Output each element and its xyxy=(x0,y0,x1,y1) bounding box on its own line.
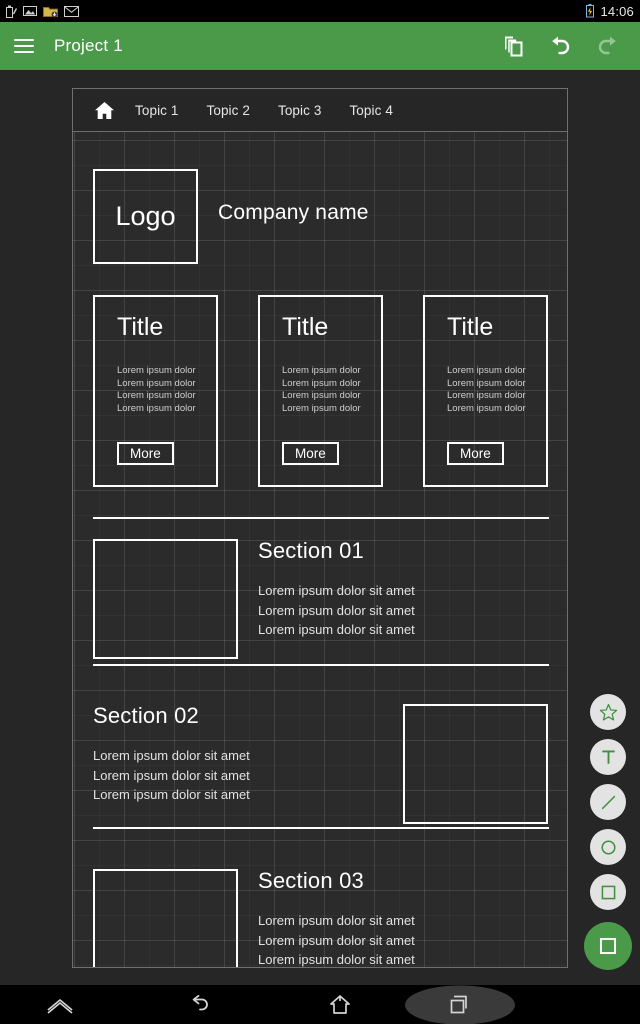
section-heading: Section 02 xyxy=(93,703,199,728)
section-body-line: Lorem ipsum dolor sit amet xyxy=(93,767,250,783)
logo-placeholder[interactable]: Logo xyxy=(93,169,198,264)
expand-icon[interactable] xyxy=(0,985,120,1024)
card-body-line: Lorem ipsum dolor xyxy=(282,365,361,376)
wireframe-canvas[interactable]: Topic 1 Topic 2 Topic 3 Topic 4 Logo Com… xyxy=(72,88,568,968)
section-body-line: Lorem ipsum dolor sit amet xyxy=(258,913,415,928)
section-body-line: Lorem ipsum dolor sit amet xyxy=(258,602,415,618)
battery-pen-icon xyxy=(6,5,17,18)
status-bar-notification-icons xyxy=(6,5,79,18)
nav-topic-1[interactable]: Topic 1 xyxy=(135,103,178,118)
section-body: Lorem ipsum dolor sit amet Lorem ipsum d… xyxy=(93,746,250,805)
app-bar: Project 1 xyxy=(0,22,640,70)
card-body-line: Lorem ipsum dolor xyxy=(117,390,196,401)
card-body-line: Lorem ipsum dolor xyxy=(282,377,361,389)
tool-rail xyxy=(584,694,632,970)
canvas-content: Topic 1 Topic 2 Topic 3 Topic 4 Logo Com… xyxy=(73,89,567,967)
section-body-line: Lorem ipsum dolor sit amet xyxy=(258,583,415,598)
circle-tool-icon[interactable] xyxy=(590,829,626,865)
line-tool-icon[interactable] xyxy=(590,784,626,820)
page-title: Project 1 xyxy=(54,36,123,55)
home-icon[interactable] xyxy=(280,985,400,1024)
star-tool-icon[interactable] xyxy=(590,694,626,730)
section-divider xyxy=(93,664,549,666)
nav-topic-4[interactable]: Topic 4 xyxy=(349,103,392,118)
section-body: Lorem ipsum dolor sit amet Lorem ipsum d… xyxy=(258,911,415,967)
section-divider xyxy=(93,517,549,519)
section-body-line: Lorem ipsum dolor sit amet xyxy=(258,952,415,967)
section-heading: Section 01 xyxy=(258,538,364,563)
card-body-line: Lorem ipsum dolor xyxy=(282,390,361,401)
layers-icon[interactable] xyxy=(502,35,524,57)
more-button[interactable]: More xyxy=(117,442,174,465)
recents-icon[interactable] xyxy=(400,985,520,1024)
section-divider xyxy=(93,827,549,829)
hamburger-menu-icon[interactable] xyxy=(14,39,34,53)
card-body-line: Lorem ipsum dolor xyxy=(117,402,196,414)
feature-card[interactable]: Title Lorem ipsum dolor Lorem ipsum dolo… xyxy=(258,295,383,487)
card-body-line: Lorem ipsum dolor xyxy=(117,365,196,376)
nav-topic-2[interactable]: Topic 2 xyxy=(206,103,249,118)
section-body-line: Lorem ipsum dolor sit amet xyxy=(93,787,250,802)
home-icon xyxy=(94,101,114,119)
feature-card[interactable]: Title Lorem ipsum dolor Lorem ipsum dolo… xyxy=(93,295,218,487)
section-heading: Section 03 xyxy=(258,868,364,893)
card-body: Lorem ipsum dolor Lorem ipsum dolor Lore… xyxy=(282,365,361,415)
card-body-line: Lorem ipsum dolor xyxy=(447,390,526,401)
section-body-line: Lorem ipsum dolor sit amet xyxy=(258,622,415,637)
section-image-placeholder[interactable] xyxy=(93,539,238,659)
section-image-placeholder[interactable] xyxy=(403,704,548,824)
more-button[interactable]: More xyxy=(447,442,504,465)
rectangle-tool-icon[interactable] xyxy=(584,922,632,970)
square-tool-icon[interactable] xyxy=(590,874,626,910)
card-body: Lorem ipsum dolor Lorem ipsum dolor Lore… xyxy=(447,365,526,415)
undo-icon[interactable] xyxy=(548,35,572,57)
section-body: Lorem ipsum dolor sit amet Lorem ipsum d… xyxy=(258,581,415,640)
folder-download-icon xyxy=(43,6,58,17)
card-title: Title xyxy=(117,313,164,341)
status-bar: 14:06 xyxy=(0,0,640,22)
card-title: Title xyxy=(447,313,494,341)
card-body-line: Lorem ipsum dolor xyxy=(117,377,196,389)
back-icon[interactable] xyxy=(120,985,280,1024)
redo-icon[interactable] xyxy=(596,35,620,57)
logo-label: Logo xyxy=(115,201,176,231)
card-body-line: Lorem ipsum dolor xyxy=(447,365,526,376)
feature-card[interactable]: Title Lorem ipsum dolor Lorem ipsum dolo… xyxy=(423,295,548,487)
app-bar-actions xyxy=(502,35,620,57)
editor-workspace[interactable]: Topic 1 Topic 2 Topic 3 Topic 4 Logo Com… xyxy=(0,70,640,985)
wireframe-nav-topics: Topic 1 Topic 2 Topic 3 Topic 4 xyxy=(135,103,393,118)
more-button[interactable]: More xyxy=(282,442,339,465)
section-body-line: Lorem ipsum dolor sit amet xyxy=(93,748,250,763)
image-icon xyxy=(23,6,37,16)
card-body-line: Lorem ipsum dolor xyxy=(447,402,526,414)
card-body: Lorem ipsum dolor Lorem ipsum dolor Lore… xyxy=(117,365,196,415)
company-name-label[interactable]: Company name xyxy=(218,201,369,225)
mail-icon xyxy=(64,5,79,17)
wireframe-nav-home[interactable] xyxy=(73,101,135,120)
nav-topic-3[interactable]: Topic 3 xyxy=(278,103,321,118)
battery-charging-icon xyxy=(586,4,595,18)
section-body-line: Lorem ipsum dolor sit amet xyxy=(258,932,415,948)
section-image-placeholder[interactable] xyxy=(93,869,238,967)
card-body-line: Lorem ipsum dolor xyxy=(282,402,361,414)
card-body-line: Lorem ipsum dolor xyxy=(447,377,526,389)
text-tool-icon[interactable] xyxy=(590,739,626,775)
card-title: Title xyxy=(282,313,329,341)
status-bar-clock: 14:06 xyxy=(600,3,634,19)
wireframe-nav-bar[interactable]: Topic 1 Topic 2 Topic 3 Topic 4 xyxy=(73,89,567,132)
android-nav-bar xyxy=(0,985,640,1024)
